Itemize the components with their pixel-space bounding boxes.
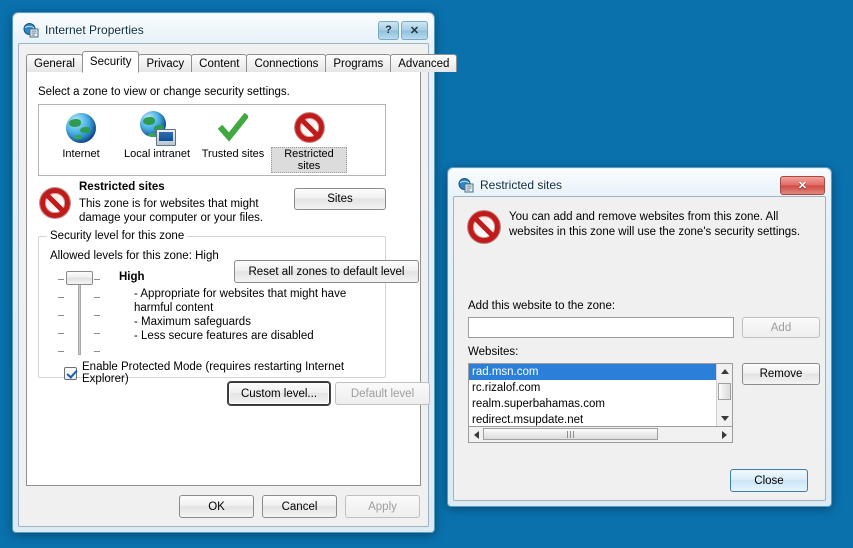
scroll-right-icon[interactable] [717,427,732,442]
scroll-up-icon[interactable] [717,364,732,379]
zone-trusted-sites[interactable]: Trusted sites [195,109,271,175]
globe-monitor-icon [140,111,176,146]
zone-restricted-sites[interactable]: Restricted sites [271,109,347,175]
internet-properties-client: General Security Privacy Content Connect… [18,43,458,527]
security-level-bullet: - Maximum safeguards [134,316,251,328]
tab-privacy[interactable]: Privacy [138,54,193,72]
globe-icon [64,111,98,145]
internet-properties-window[interactable]: Internet Properties ? ✕ General Security… [12,12,458,533]
zone-restricted-sites-label: Restricted sites [271,147,347,173]
scroll-down-icon[interactable] [717,411,732,426]
zone-trusted-sites-label: Trusted sites [201,148,265,160]
list-item[interactable]: redirect.msupdate.net [469,412,716,426]
internet-properties-title: Internet Properties [45,23,144,37]
security-level-group-title: Security level for this zone [47,230,188,242]
slider-thumb[interactable] [66,271,93,285]
allowed-levels-text: Allowed levels for this zone: High [50,250,219,262]
horizontal-scrollbar-thumb[interactable] [483,428,658,440]
security-level-bullet: - Appropriate for websites that might ha… [134,288,347,314]
zone-local-intranet[interactable]: Local intranet [119,109,195,175]
custom-level-button[interactable]: Custom level... [228,382,330,405]
restricted-sites-window[interactable]: Restricted sites ✕ You can add and remov… [447,167,832,507]
websites-listbox[interactable]: rad.msn.com rc.rizalof.com realm.superba… [468,363,733,427]
restricted-sites-window-controls[interactable]: ✕ [780,175,825,195]
selected-zone-deny-icon [40,188,70,218]
reset-all-zones-button[interactable]: Reset all zones to default level [234,260,419,283]
tab-security[interactable]: Security [81,51,140,73]
tab-advanced[interactable]: Advanced [390,54,458,72]
internet-properties-window-controls[interactable]: ? ✕ [378,20,428,40]
add-button: Add [742,317,820,338]
close-icon[interactable]: ✕ [401,20,428,40]
list-item[interactable]: realm.superbahamas.com [469,396,716,412]
selected-zone-description: This zone is for websites that might dam… [79,198,264,224]
restricted-sites-title: Restricted sites [480,178,563,192]
zone-internet[interactable]: Internet [43,109,119,175]
security-level-group: Security level for this zone Allowed lev… [38,230,430,405]
websites-list[interactable]: rad.msn.com rc.rizalof.com realm.superba… [469,364,716,426]
green-check-icon [216,111,250,145]
red-deny-icon [292,111,326,145]
zone-local-intranet-label: Local intranet [123,148,191,160]
default-level-button: Default level [335,382,430,405]
vertical-scrollbar-thumb[interactable] [718,383,731,400]
restricted-sites-client: You can add and remove websites from thi… [453,196,826,501]
tab-content[interactable]: Content [191,54,248,72]
slider-rail [78,277,81,355]
close-icon[interactable]: ✕ [780,175,825,195]
add-website-input[interactable] [468,317,734,338]
help-button[interactable]: ? [378,20,399,40]
slider-ticks-left [58,275,64,355]
internet-properties-icon [23,22,39,38]
security-level-name: High [119,271,145,283]
dialog-footer-buttons[interactable]: OK Cancel Apply [179,495,420,518]
close-button[interactable]: Close [730,469,808,492]
restricted-sites-titlebar[interactable]: Restricted sites ✕ [452,172,827,198]
security-tab-page: Select a zone to view or change security… [26,72,430,486]
list-item[interactable]: rad.msn.com [469,364,716,380]
security-level-bullet: - Less secure features are disabled [134,330,314,342]
tab-connections[interactable]: Connections [246,54,327,72]
selected-zone-name: Restricted sites [79,181,165,193]
scroll-left-icon[interactable] [469,427,484,442]
cancel-button[interactable]: Cancel [262,495,337,518]
restricted-sites-icon [458,177,474,193]
remove-button[interactable]: Remove [742,363,820,385]
add-website-label: Add this website to the zone: [468,300,616,312]
sites-button[interactable]: Sites [294,188,386,210]
security-level-slider[interactable] [57,271,101,355]
websites-horizontal-scrollbar[interactable] [468,427,733,443]
tab-general[interactable]: General [26,54,83,72]
tabstrip[interactable]: General Security Privacy Content Connect… [26,51,458,73]
websites-label: Websites: [468,346,519,358]
ok-button[interactable]: OK [179,495,254,518]
zone-list[interactable]: Internet Local intranet Trusted sites Re… [38,104,386,176]
zone-internet-label: Internet [62,148,100,160]
websites-vertical-scrollbar[interactable] [716,364,732,426]
security-level-bullets: - Appropriate for websites that might ha… [134,287,364,343]
apply-button: Apply [345,495,420,518]
red-deny-icon [468,211,500,243]
slider-ticks-right [94,275,100,355]
zone-prompt: Select a zone to view or change security… [38,86,290,98]
list-item[interactable]: rc.rizalof.com [469,380,716,396]
internet-properties-titlebar[interactable]: Internet Properties ? ✕ [17,17,430,43]
protected-mode-checkbox[interactable] [64,366,77,380]
tab-programs[interactable]: Programs [325,54,392,72]
restricted-sites-notice: You can add and remove websites from thi… [509,211,801,238]
